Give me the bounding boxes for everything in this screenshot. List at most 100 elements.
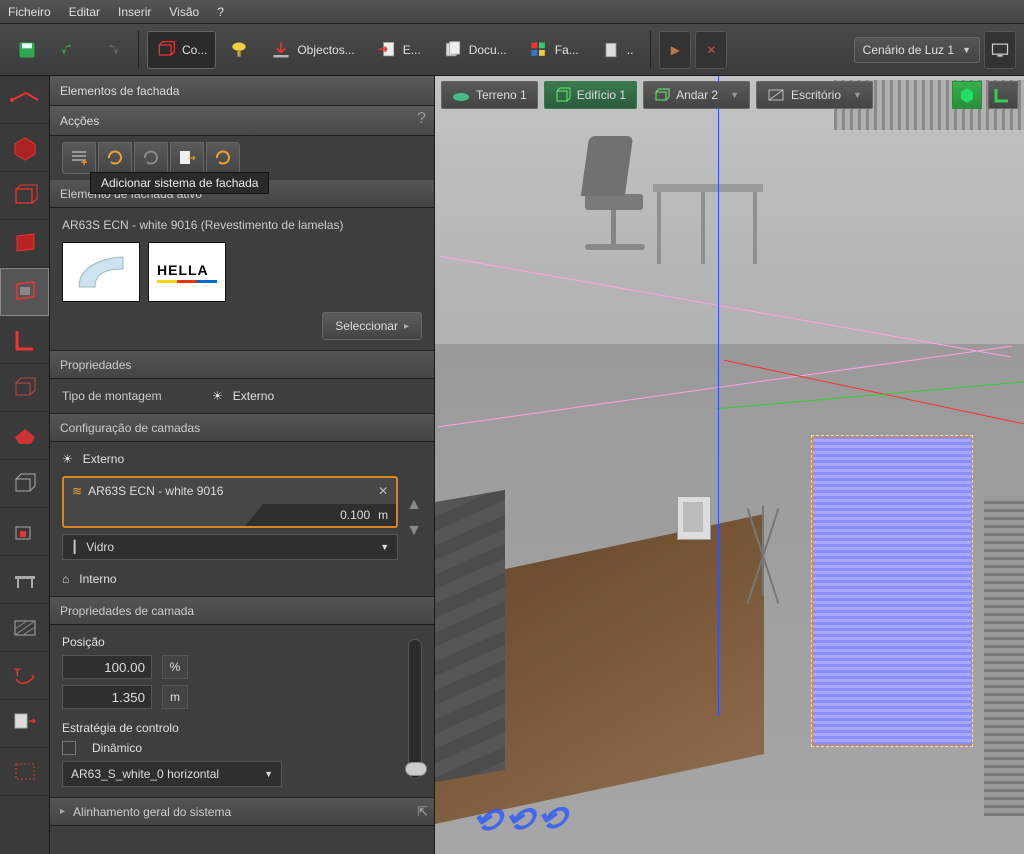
left-toolbar: T	[0, 76, 50, 854]
menubar: Ficheiro Editar Inserir Visão ?	[0, 0, 1024, 24]
externo-label: Externo	[83, 452, 124, 466]
tooltip-text: Adicionar sistema de fachada	[101, 176, 258, 190]
chevron-down-icon[interactable]: ▼	[853, 90, 862, 100]
props-header: Propriedades	[50, 351, 434, 379]
layer-move-arrows: ▲ ▼	[406, 476, 422, 560]
grid-color-icon	[529, 40, 549, 60]
thumb-brand[interactable]: HELLA	[148, 242, 226, 302]
move-up[interactable]: ▲	[406, 496, 422, 514]
pages-icon	[443, 40, 463, 60]
select-button[interactable]: Seleccionar▸	[322, 312, 422, 340]
tool-redL[interactable]	[0, 316, 49, 364]
crumb-escritorio[interactable]: Escritório ▼	[756, 81, 873, 109]
misc-tab[interactable]: ..	[592, 31, 643, 69]
undo-icon	[59, 40, 79, 60]
mount-value: Externo	[233, 389, 274, 403]
tool-copy[interactable]	[0, 700, 49, 748]
main-area: T Elementos de fachada Acções? + Adicion…	[0, 76, 1024, 854]
slider-knob[interactable]	[405, 762, 427, 776]
position-slider[interactable]	[408, 639, 422, 779]
brand-text: HELLA	[157, 262, 209, 278]
dynamic-label: Dinâmico	[92, 741, 142, 755]
viewport[interactable]: ⟲ ⟲ ⟲ Terreno 1 Edifício 1 Andar 2 ▼ Escr…	[435, 76, 1024, 854]
tool-greycube[interactable]	[0, 460, 49, 508]
crumb-andar[interactable]: Andar 2 ▼	[643, 81, 750, 109]
pin-icon[interactable]: ⇱	[417, 804, 428, 820]
tool-wirecube[interactable]	[0, 364, 49, 412]
scenario-dropdown[interactable]: Cenário de Luz 1▼	[854, 37, 980, 63]
objects-tab[interactable]: Objectos...	[262, 31, 363, 69]
crumb-escritorio-label: Escritório	[791, 88, 841, 102]
position-percent-input[interactable]	[62, 655, 152, 679]
view-solid[interactable]	[952, 81, 982, 109]
menu-help[interactable]: ?	[217, 5, 224, 19]
strategy-select[interactable]: AR63_S_white_0 horizontal▼	[62, 761, 282, 787]
undo-button[interactable]	[50, 31, 88, 69]
tool-redcube1[interactable]	[0, 124, 49, 172]
export-tab[interactable]: E...	[368, 31, 430, 69]
tool-redmark[interactable]	[0, 508, 49, 556]
sun-icon-2: ☀	[62, 452, 73, 466]
home-icon: ⌂	[62, 572, 69, 586]
tool-hatch[interactable]	[0, 604, 49, 652]
axis-z	[718, 76, 719, 716]
chevron-down-icon[interactable]: ▼	[730, 90, 739, 100]
tool-table[interactable]	[0, 556, 49, 604]
docu-tab[interactable]: Docu...	[434, 31, 516, 69]
svg-text:T: T	[14, 667, 21, 679]
layer-chip[interactable]: ≋AR63S ECN - white 9016✕ 0.100m	[62, 476, 398, 528]
view-floor[interactable]	[988, 81, 1018, 109]
menu-insert[interactable]: Inserir	[118, 5, 151, 19]
tool-text[interactable]: T	[0, 652, 49, 700]
tool-redpoly[interactable]	[0, 76, 49, 124]
tool-selectrect[interactable]	[0, 748, 49, 796]
tripod	[730, 506, 800, 616]
chevron-down-icon: ▼	[264, 769, 273, 779]
page-arrow-icon	[377, 40, 397, 60]
save-button[interactable]	[8, 31, 46, 69]
action-refresh3[interactable]	[206, 142, 240, 174]
dynamic-checkbox[interactable]	[62, 741, 76, 755]
tool-redplane[interactable]	[0, 220, 49, 268]
svg-text:+: +	[81, 157, 87, 167]
action-refresh1[interactable]	[98, 142, 132, 174]
export-label: E...	[403, 43, 421, 57]
lamp-icon	[229, 40, 249, 60]
fullscreen-button[interactable]	[984, 31, 1016, 69]
position-m-input[interactable]	[62, 685, 152, 709]
crumb-terreno[interactable]: Terreno 1	[441, 81, 538, 109]
action-export[interactable]	[170, 142, 204, 174]
menu-view[interactable]: Visão	[169, 5, 199, 19]
panel-title: Elementos de fachada	[50, 76, 434, 106]
construction-tab[interactable]: Co...	[147, 31, 216, 69]
alignment-header[interactable]: ▸Alinhamento geral do sistema⇱	[50, 798, 434, 826]
crumb-edificio-label: Edifício 1	[577, 88, 626, 102]
active-element-name: AR63S ECN - white 9016 (Revestimento de …	[62, 218, 422, 232]
help-icon[interactable]: ?	[417, 110, 426, 128]
crumb-edificio[interactable]: Edifício 1	[544, 81, 637, 109]
layer-name: AR63S ECN - white 9016	[88, 484, 223, 498]
glass-select[interactable]: ┃Vidro▼	[62, 534, 398, 560]
play-button[interactable]: ▶	[659, 31, 691, 69]
tool-redcube2[interactable]	[0, 172, 49, 220]
thumb-product[interactable]	[62, 242, 140, 302]
alignment-label: Alinhamento geral do sistema	[73, 805, 231, 819]
action-add[interactable]: +	[62, 142, 96, 174]
tool-roof[interactable]	[0, 412, 49, 460]
menu-file[interactable]: Ficheiro	[8, 5, 51, 19]
layer-props-label: Propriedades de camada	[60, 604, 194, 618]
layer-remove[interactable]: ✕	[378, 484, 388, 498]
light-tab[interactable]	[220, 31, 258, 69]
facade-blind-selection[interactable]	[812, 436, 972, 746]
tool-facade[interactable]	[0, 268, 49, 316]
move-down[interactable]: ▼	[406, 522, 422, 540]
layer-props-block: Posição % m Estratégia de controlo Dinâm…	[50, 625, 434, 798]
floor-mark: ⟲ ⟲ ⟲	[466, 798, 574, 841]
fa-tab[interactable]: Fa...	[520, 31, 588, 69]
crumb-andar-label: Andar 2	[676, 88, 718, 102]
stop-button[interactable]: ✕	[695, 31, 727, 69]
redo-button[interactable]	[92, 31, 130, 69]
action-refresh2[interactable]	[134, 142, 168, 174]
menu-edit[interactable]: Editar	[69, 5, 100, 19]
select-button-label: Seleccionar	[335, 319, 398, 333]
